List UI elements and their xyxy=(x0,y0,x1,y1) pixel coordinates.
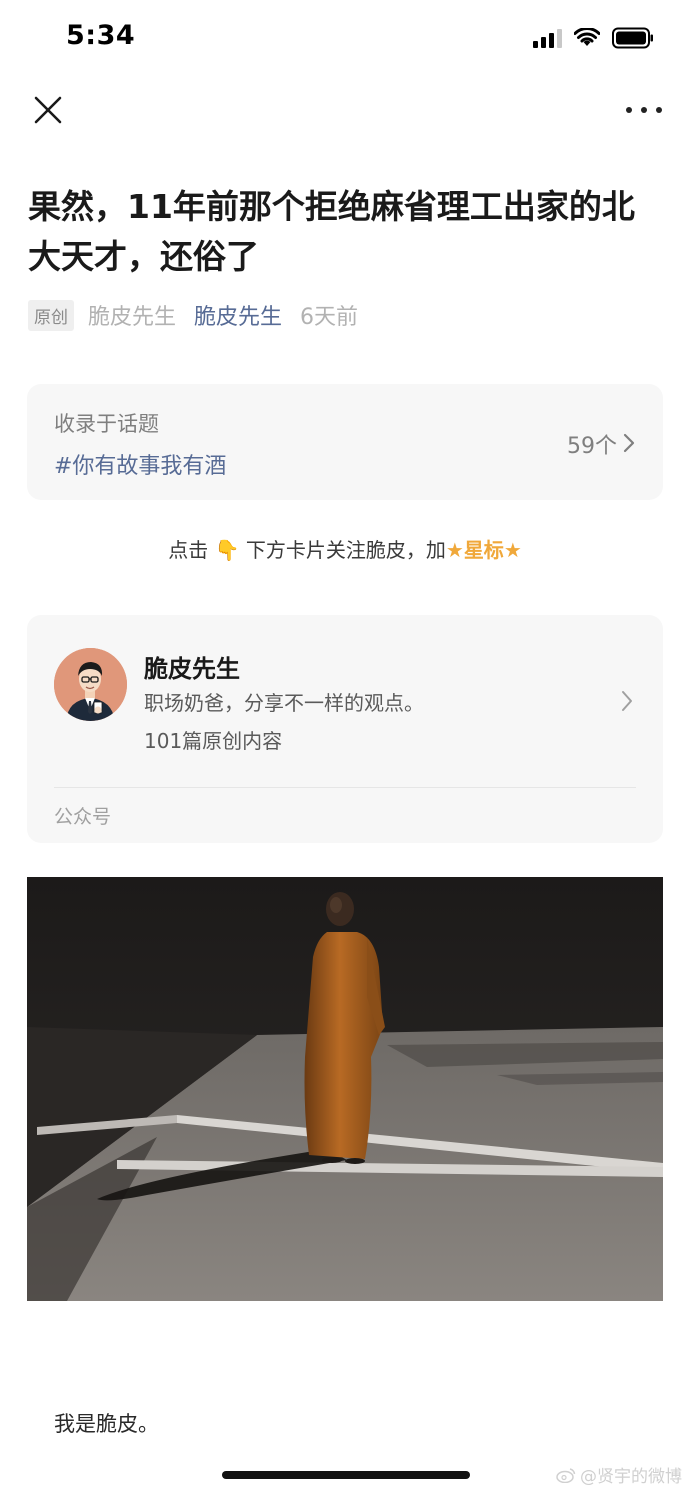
article-meta: 原创 脆皮先生 脆皮先生 6天前 xyxy=(28,298,358,332)
weibo-logo-icon xyxy=(556,1467,576,1483)
close-icon xyxy=(34,96,62,124)
topic-count: 59个 xyxy=(567,434,617,459)
pointing-down-icon: 👇 xyxy=(214,538,240,562)
status-bar: 5:34 xyxy=(0,0,690,76)
chevron-right-icon xyxy=(623,433,635,453)
topic-tag[interactable]: #你有故事我有酒 xyxy=(54,448,226,480)
status-icons xyxy=(533,26,654,50)
follow-prompt: 点击 👇 下方卡片关注脆皮，加★星标★ xyxy=(168,538,522,562)
monk-photo xyxy=(27,877,663,1301)
chevron-right-icon xyxy=(622,691,632,711)
star-icon: ★ xyxy=(445,538,464,562)
star-icon: ★ xyxy=(503,538,522,562)
watermark-text: @贤宇的微博 xyxy=(580,1467,682,1487)
profile-card[interactable]: 脆皮先生 职场奶爸，分享不一样的观点。 101篇原创内容 公众号 xyxy=(27,615,663,843)
topic-label: 收录于话题 xyxy=(54,412,159,436)
signal-icon xyxy=(533,28,562,48)
original-badge: 原创 xyxy=(28,299,74,331)
status-time: 5:34 xyxy=(66,20,136,51)
article-body-paragraph: 我是脆皮。 xyxy=(54,1412,159,1436)
close-button[interactable] xyxy=(30,92,66,128)
avatar[interactable] xyxy=(54,648,127,721)
profile-article-count: 101篇原创内容 xyxy=(144,729,283,753)
account-type-label: 公众号 xyxy=(54,806,112,828)
more-button[interactable] xyxy=(626,94,662,126)
home-indicator[interactable] xyxy=(222,1471,470,1479)
profile-description: 职场奶爸，分享不一样的观点。 xyxy=(144,691,424,715)
battery-icon xyxy=(612,27,653,49)
more-dots-icon xyxy=(626,107,632,113)
author-name: 脆皮先生 xyxy=(88,305,177,330)
wifi-icon xyxy=(574,28,600,46)
watermark: @贤宇的微博 xyxy=(556,1462,682,1487)
account-link[interactable]: 脆皮先生 xyxy=(194,299,282,331)
profile-name: 脆皮先生 xyxy=(144,655,240,683)
article-title: 果然，11年前那个拒绝麻省理工出家的北大天才，还俗了 xyxy=(28,187,635,276)
avatar-illustration xyxy=(54,648,127,721)
topic-card[interactable]: 收录于话题 #你有故事我有酒 59个 xyxy=(27,384,663,500)
article-image xyxy=(27,877,663,1301)
publish-time: 6天前 xyxy=(300,305,359,330)
divider xyxy=(54,787,636,788)
